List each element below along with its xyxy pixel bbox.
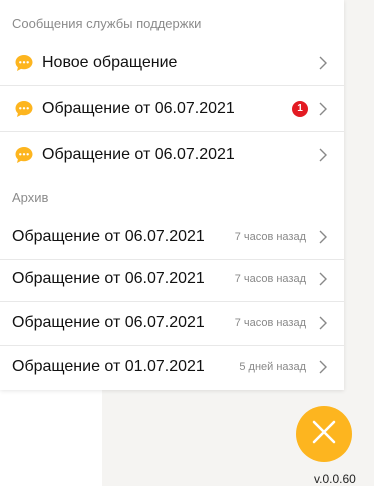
chevron-right-icon: [318, 359, 328, 375]
archive-item-4[interactable]: Обращение от 01.07.2021 5 дней назад: [0, 344, 344, 390]
list-item-label: Обращение от 06.07.2021: [12, 313, 205, 331]
timestamp: 7 часов назад: [234, 316, 306, 329]
timestamp: 7 часов назад: [234, 230, 306, 243]
list-item-request-1[interactable]: Обращение от 06.07.2021 1: [0, 86, 344, 132]
chat-bubble-icon: [14, 145, 34, 165]
chevron-right-icon: [318, 147, 328, 163]
chevron-right-icon: [318, 271, 328, 287]
support-messages-panel: Сообщения службы поддержки Новое обращен…: [0, 0, 344, 390]
list-item-label: Обращение от 06.07.2021: [42, 146, 235, 163]
background-panel: [0, 390, 102, 486]
chevron-right-icon: [318, 101, 328, 117]
chevron-right-icon: [318, 55, 328, 71]
list-item-label: Обращение от 06.07.2021: [12, 269, 205, 287]
archive-item-2[interactable]: Обращение от 06.07.2021 7 часов назад: [0, 256, 344, 302]
version-label: v.0.0.60: [314, 472, 356, 486]
list-item-label: Обращение от 01.07.2021: [12, 358, 205, 375]
list-item-label: Обращение от 06.07.2021: [12, 227, 205, 245]
list-item-new-request[interactable]: Новое обращение: [0, 40, 344, 86]
list-item-label: Новое обращение: [42, 53, 178, 71]
timestamp: 7 часов назад: [234, 272, 306, 285]
chat-bubble-icon: [14, 99, 34, 119]
archive-item-3[interactable]: Обращение от 06.07.2021 7 часов назад: [0, 300, 344, 346]
list-item-label: Обращение от 06.07.2021: [42, 99, 235, 117]
list-item-request-2[interactable]: Обращение от 06.07.2021: [0, 132, 344, 178]
timestamp: 5 дней назад: [239, 361, 306, 373]
archive-item-1[interactable]: Обращение от 06.07.2021 7 часов назад: [0, 214, 344, 260]
close-chat-button[interactable]: [296, 406, 352, 462]
close-icon: [311, 419, 337, 450]
section-title-support: Сообщения службы поддержки: [12, 16, 202, 31]
unread-badge: 1: [292, 100, 308, 117]
chat-bubble-icon: [14, 53, 34, 73]
chevron-right-icon: [318, 229, 328, 245]
chevron-right-icon: [318, 315, 328, 331]
section-title-archive: Архив: [12, 190, 49, 205]
